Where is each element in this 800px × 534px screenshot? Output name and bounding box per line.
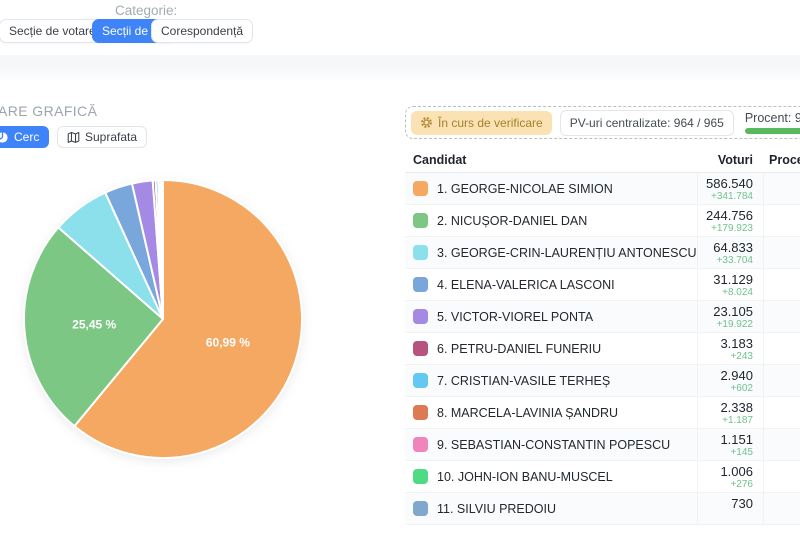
percent-progress-bar <box>745 128 800 134</box>
section-divider-band <box>0 55 800 68</box>
pie-slice-percent-label: 60,99 % <box>206 335 250 349</box>
votes-value: 730 <box>698 497 753 510</box>
votes-value: 2.338 <box>698 401 753 414</box>
candidate-color-swatch <box>413 469 428 484</box>
results-screen: Categorie: Secție de votare Secții de vo… <box>0 0 800 534</box>
candidate-color-swatch <box>413 341 428 356</box>
map-icon <box>67 131 80 144</box>
votes-delta: +33.704 <box>698 255 753 266</box>
verification-status-badge: În curs de verificare <box>411 111 552 135</box>
table-row[interactable]: 8. MARCELA-LAVINIA ȘANDRU 2.338+1.187 <box>405 397 800 429</box>
section-divider-fade <box>0 68 800 82</box>
column-header-candidat: Candidat <box>405 153 697 167</box>
candidate-color-swatch <box>413 437 428 452</box>
centralization-status-box: În curs de verificare PV-uri centralizat… <box>405 106 800 139</box>
votes-value: 1.006 <box>698 465 753 478</box>
pv-centralized-badge: PV-uri centralizate: 964 / 965 <box>560 110 734 136</box>
percent-cell <box>763 333 800 364</box>
tab-sectie-de-votare[interactable]: Secție de votare <box>0 19 106 43</box>
candidate-color-swatch <box>413 309 428 324</box>
results-table: Candidat Voturi Procent 1. GEORGE-NICOLA… <box>405 147 800 525</box>
candidate-color-swatch <box>413 405 428 420</box>
category-label: Categorie: <box>115 3 177 18</box>
candidate-color-swatch <box>413 245 428 260</box>
pie-slice[interactable] <box>162 180 163 319</box>
percent-cell <box>763 461 800 492</box>
pie-slice-percent-label: 25,45 % <box>72 318 116 332</box>
votes-delta: +1.187 <box>698 415 753 426</box>
candidate-name: 8. MARCELA-LAVINIA ȘANDRU <box>437 406 618 420</box>
candidate-color-swatch <box>413 501 428 516</box>
percent-cell <box>763 365 800 396</box>
column-header-voturi: Voturi <box>697 153 763 167</box>
column-header-procent: Procent <box>763 153 800 167</box>
view-toggle-cerc[interactable]: Cerc <box>0 126 49 148</box>
votes-value: 31.129 <box>698 273 753 286</box>
chart-section-heading: ARE GRAFICĂ <box>0 103 97 119</box>
tab-corespondenta[interactable]: Corespondență <box>151 19 253 43</box>
candidate-name: 5. VICTOR-VIOREL PONTA <box>437 310 593 324</box>
percent-cell <box>763 397 800 428</box>
table-row[interactable]: 7. CRISTIAN-VASILE TERHEȘ 2.940+602 <box>405 365 800 397</box>
votes-delta: +179.923 <box>698 223 753 234</box>
candidate-name: 3. GEORGE-CRIN-LAURENȚIU ANTONESCU <box>437 246 697 260</box>
votes-delta: +243 <box>698 351 753 362</box>
percent-cell <box>763 173 800 204</box>
table-row[interactable]: 4. ELENA-VALERICA LASCONI 31.129+8.024 <box>405 269 800 301</box>
candidate-color-swatch <box>413 213 428 228</box>
candidate-name: 6. PETRU-DANIEL FUNERIU <box>437 342 601 356</box>
candidate-name: 4. ELENA-VALERICA LASCONI <box>437 278 615 292</box>
candidate-name: 11. SILVIU PREDOIU <box>437 502 556 516</box>
percent-cell <box>763 205 800 236</box>
votes-value: 1.151 <box>698 433 753 446</box>
candidate-color-swatch <box>413 181 428 196</box>
votes-value: 23.105 <box>698 305 753 318</box>
candidate-name: 10. JOHN-ION BANU-MUSCEL <box>437 470 613 484</box>
percent-cell <box>763 429 800 460</box>
pie-chart-icon <box>0 131 9 144</box>
votes-value: 64.833 <box>698 241 753 254</box>
pie-chart[interactable]: 60,99 % 25,45 % <box>3 159 323 479</box>
candidate-name: 9. SEBASTIAN-CONSTANTIN POPESCU <box>437 438 670 452</box>
votes-delta: +145 <box>698 447 753 458</box>
percent-cell <box>763 237 800 268</box>
table-row[interactable]: 10. JOHN-ION BANU-MUSCEL 1.006+276 <box>405 461 800 493</box>
verification-status-label: În curs de verificare <box>438 116 543 130</box>
table-row[interactable]: 5. VICTOR-VIOREL PONTA 23.105+19.922 <box>405 301 800 333</box>
table-row[interactable]: 3. GEORGE-CRIN-LAURENȚIU ANTONESCU64.833… <box>405 237 800 269</box>
candidate-color-swatch <box>413 277 428 292</box>
votes-delta: +341.784 <box>698 191 753 202</box>
votes-value: 3.183 <box>698 337 753 350</box>
votes-delta: +19.922 <box>698 319 753 330</box>
votes-value: 244.756 <box>698 209 753 222</box>
table-row[interactable]: 2. NICUȘOR-DANIEL DAN 244.756+179.923 <box>405 205 800 237</box>
table-header: Candidat Voturi Procent <box>405 147 800 173</box>
table-row[interactable]: 11. SILVIU PREDOIU 730 <box>405 493 800 525</box>
percent-cell <box>763 269 800 300</box>
table-row[interactable]: 1. GEORGE-NICOLAE SIMION 586.540+341.784 <box>405 173 800 205</box>
percent-cell <box>763 301 800 332</box>
votes-delta: +8.024 <box>698 287 753 298</box>
candidate-color-swatch <box>413 373 428 388</box>
view-toggle-label: Cerc <box>14 130 39 144</box>
candidate-name: 1. GEORGE-NICOLAE SIMION <box>437 182 613 196</box>
gear-icon <box>420 116 433 129</box>
table-row[interactable]: 9. SEBASTIAN-CONSTANTIN POPESCU 1.151+145 <box>405 429 800 461</box>
votes-delta: +602 <box>698 383 753 394</box>
percent-label: Procent: 99,90 % <box>745 111 800 125</box>
candidate-name: 7. CRISTIAN-VASILE TERHEȘ <box>437 374 610 388</box>
table-row[interactable]: 6. PETRU-DANIEL FUNERIU 3.183+243 <box>405 333 800 365</box>
candidate-name: 2. NICUȘOR-DANIEL DAN <box>437 214 587 228</box>
votes-delta: +276 <box>698 479 753 490</box>
votes-value: 2.940 <box>698 369 753 382</box>
percent-cell <box>763 493 800 524</box>
view-toggle-suprafata[interactable]: Suprafata <box>57 126 147 148</box>
votes-value: 586.540 <box>698 177 753 190</box>
table-body: 1. GEORGE-NICOLAE SIMION 586.540+341.784 2… <box>405 173 800 525</box>
percent-indicator: Procent: 99,90 % <box>745 111 800 134</box>
view-toggle-label: Suprafata <box>85 130 137 144</box>
